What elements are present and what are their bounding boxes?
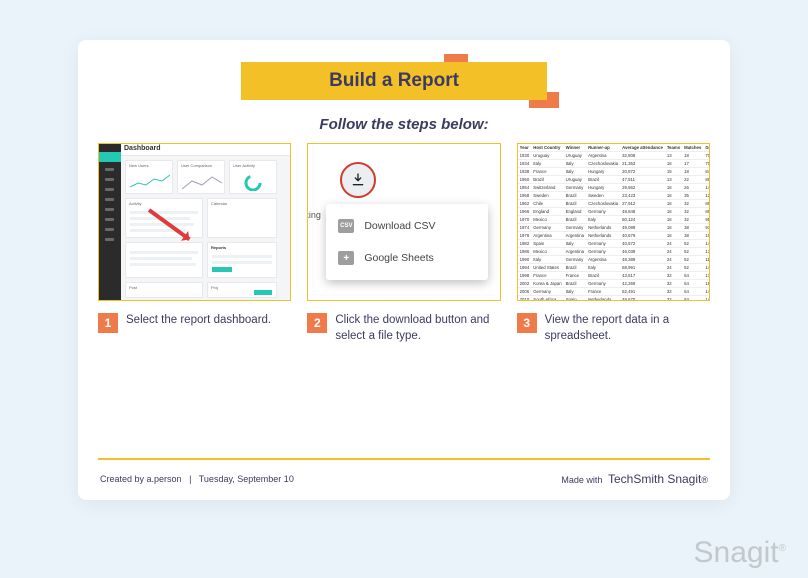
menu-item-csv[interactable]: CSV Download CSV — [326, 210, 487, 242]
dashboard-title: Dashboard — [124, 145, 161, 152]
truncated-label: king — [307, 210, 321, 220]
step-2-screenshot: king CSV Download CSV + Google Sheets — [307, 143, 500, 301]
dashboard-sidebar — [99, 144, 121, 300]
step-1-screenshot: Dashboard New Users User Comparison User… — [98, 143, 291, 301]
step-2-number: 2 — [307, 313, 327, 333]
title-block: Build a Report — [249, 58, 559, 106]
download-button[interactable] — [340, 162, 376, 198]
step-1-number: 1 — [98, 313, 118, 333]
step-1: Dashboard New Users User Comparison User… — [98, 143, 291, 344]
steps-row: Dashboard New Users User Comparison User… — [98, 143, 710, 344]
sheets-icon: + — [338, 251, 354, 265]
document-canvas: Build a Report Follow the steps below: — [78, 40, 730, 500]
footer-right: Made with TechSmith Snagit® — [561, 472, 708, 486]
page-subtitle: Follow the steps below: — [98, 116, 710, 133]
snagit-watermark: Snagit® — [694, 536, 786, 570]
menu-item-label: Google Sheets — [364, 252, 433, 264]
footer: Created by a.person | Tuesday, September… — [100, 472, 708, 486]
download-menu: CSV Download CSV + Google Sheets — [326, 204, 487, 280]
footer-left: Created by a.person | Tuesday, September… — [100, 474, 294, 484]
step-1-caption: Select the report dashboard. — [126, 313, 271, 329]
step-2-caption: Click the download button and select a f… — [335, 313, 500, 344]
menu-item-label: Download CSV — [364, 220, 435, 232]
spreadsheet: YearHost CountryWinnerRunner-upAverage a… — [518, 144, 709, 300]
step-3-number: 3 — [517, 313, 537, 333]
step-3-screenshot: YearHost CountryWinnerRunner-upAverage a… — [517, 143, 710, 301]
step-2: king CSV Download CSV + Google Sheets 2 — [307, 143, 500, 344]
csv-icon: CSV — [338, 219, 354, 233]
step-3: YearHost CountryWinnerRunner-upAverage a… — [517, 143, 710, 344]
menu-item-sheets[interactable]: + Google Sheets — [326, 242, 487, 274]
step-3-caption: View the report data in a spreadsheet. — [545, 313, 710, 344]
download-icon — [350, 172, 366, 188]
footer-divider — [98, 458, 710, 460]
page-title: Build a Report — [241, 62, 547, 100]
